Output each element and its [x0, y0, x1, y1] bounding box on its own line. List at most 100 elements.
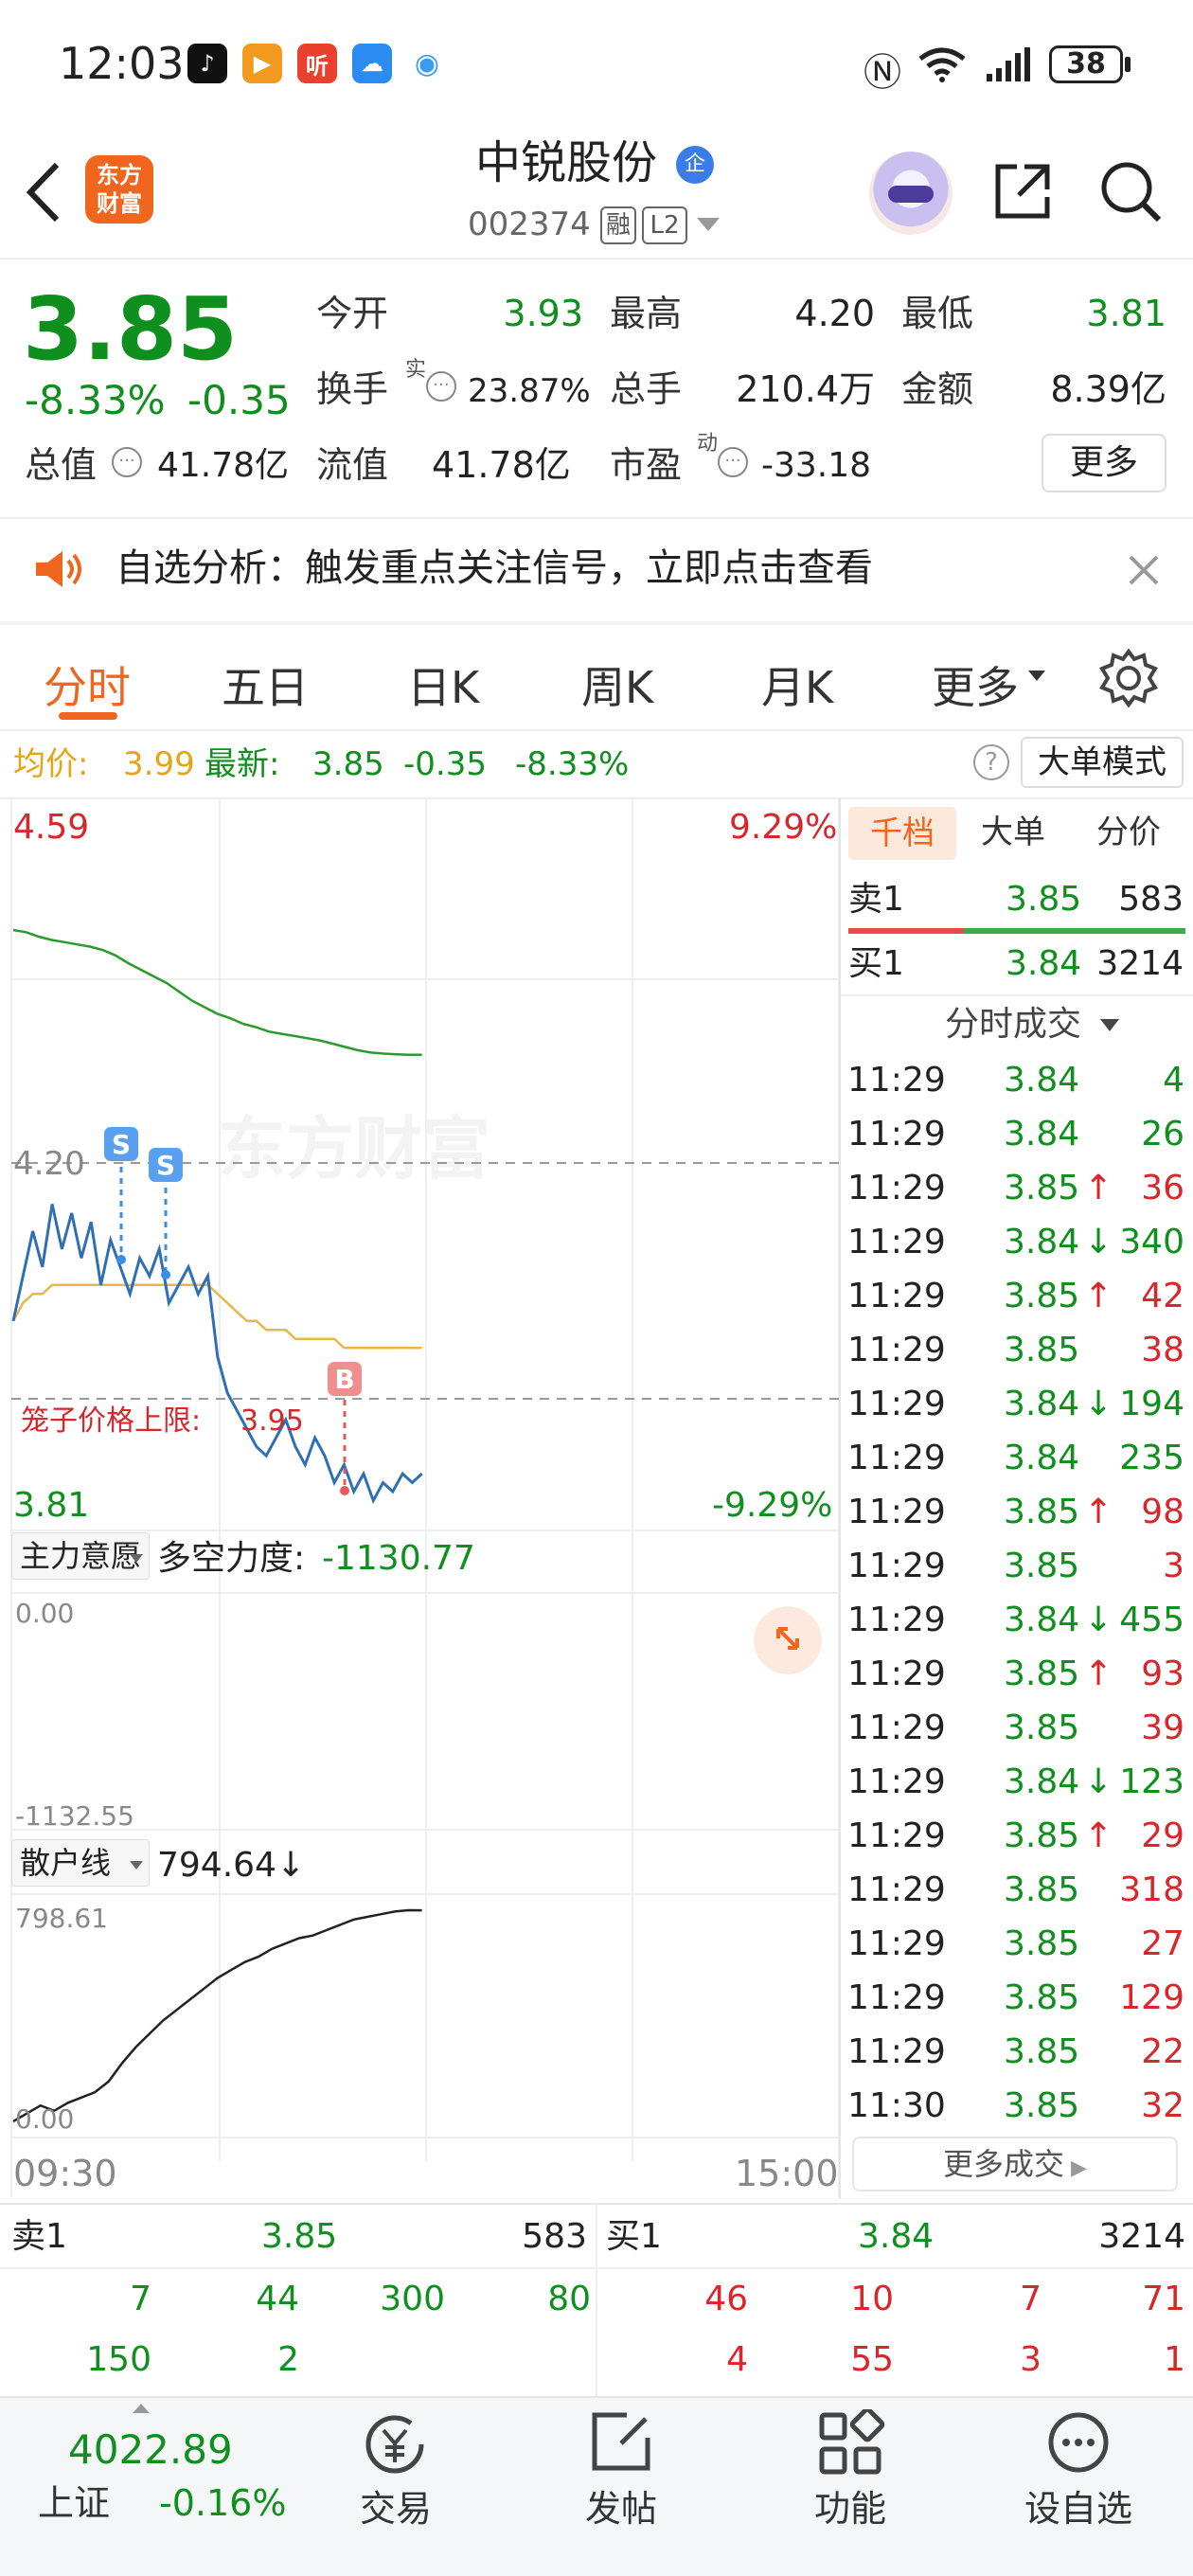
- tab-more[interactable]: 更多: [932, 653, 1019, 716]
- trade-row: 11:29 3.85 129: [847, 1969, 1188, 2023]
- cage-label: 笼子价格上限:: [21, 1404, 202, 1438]
- trade-volume: 235: [1119, 1439, 1184, 1477]
- buy-order: 10: [850, 2280, 894, 2318]
- trade-row: 11:29 3.84 ↓ 123: [847, 1753, 1188, 1807]
- trade-row: 11:29 3.85 ↑ 42: [847, 1267, 1188, 1321]
- buy-order: 55: [850, 2340, 894, 2379]
- trade-price: 3.84: [1004, 1115, 1080, 1154]
- post-edit-icon[interactable]: [589, 2409, 655, 2476]
- trade-time: 11:29: [847, 1169, 946, 1208]
- more-dots-icon[interactable]: [1045, 2409, 1112, 2476]
- more-quote-button[interactable]: 更多: [1042, 434, 1166, 492]
- expand-icon[interactable]: [754, 1606, 822, 1674]
- side-buy-price: 3.84: [1006, 944, 1082, 983]
- more-trades-label: 更多成交: [943, 2146, 1065, 2182]
- side-sell-vol: 583: [1118, 880, 1184, 919]
- trade-price: 3.85: [1004, 1547, 1080, 1585]
- tab-intraday[interactable]: 分时: [44, 653, 131, 716]
- time-start: 09:30: [13, 2153, 117, 2194]
- trade-time: 11:29: [847, 1061, 946, 1100]
- trades-header[interactable]: 分时成交: [945, 1008, 1081, 1042]
- trade-price: 3.85: [1004, 1169, 1080, 1208]
- info-dots-icon[interactable]: ···: [112, 447, 142, 477]
- code-dropdown-icon[interactable]: [697, 218, 720, 231]
- trade-row: 11:29 3.85 ↑ 93: [847, 1645, 1188, 1699]
- info-dots-icon[interactable]: ···: [718, 447, 748, 477]
- nav-trade[interactable]: 交易: [360, 2491, 432, 2527]
- chevron-down-icon: [1100, 1019, 1119, 1031]
- trade-time: 11:29: [847, 1708, 946, 1747]
- block-order-mode-button[interactable]: 大单模式: [1021, 737, 1184, 788]
- trade-volume: 26: [1141, 1115, 1184, 1154]
- trade-yen-icon[interactable]: [358, 2411, 432, 2478]
- buy-order: 4: [726, 2340, 748, 2379]
- volume-label: 总手: [610, 368, 683, 410]
- tab-monthly-k[interactable]: 月K: [761, 653, 833, 716]
- trade-price: 3.85: [1004, 2086, 1080, 2125]
- trade-volume: 340: [1119, 1223, 1184, 1261]
- trade-row: 11:29 3.85 ↑ 29: [847, 1807, 1188, 1861]
- wifi-icon: [918, 47, 966, 82]
- low-label: 最低: [901, 293, 974, 334]
- tab-weekly-k[interactable]: 周K: [581, 653, 653, 716]
- tab-active-indicator: [59, 712, 117, 720]
- trade-volume: 42: [1141, 1277, 1184, 1315]
- info-dots-icon[interactable]: ···: [426, 371, 456, 402]
- avg-value: 3.99: [123, 745, 195, 783]
- tab-daily-k[interactable]: 日K: [407, 653, 479, 716]
- last-label: 最新:: [205, 745, 280, 783]
- book-sell-label: 卖1: [11, 2217, 67, 2256]
- nav-add-watchlist[interactable]: 设自选: [1024, 2491, 1132, 2527]
- index-value[interactable]: 4022.89: [68, 2430, 233, 2470]
- trade-row: 11:30 3.85 32: [847, 2077, 1188, 2131]
- help-icon[interactable]: ?: [973, 744, 1009, 780]
- app-logo[interactable]: 东方 财富: [85, 155, 153, 224]
- share-icon[interactable]: [990, 159, 1055, 224]
- functions-grid-icon[interactable]: [816, 2409, 884, 2476]
- alert-text[interactable]: 自选分析：触发重点关注信号，立即点击查看: [116, 549, 873, 587]
- status-time: 12:03: [59, 38, 185, 89]
- nav-post[interactable]: 发帖: [585, 2491, 657, 2527]
- tab-five-day[interactable]: 五日: [222, 653, 309, 716]
- trade-volume: 318: [1119, 1870, 1184, 1909]
- trade-row: 11:29 3.84 235: [847, 1429, 1188, 1483]
- trade-price: 3.85: [1004, 2032, 1080, 2071]
- trade-volume: 22: [1141, 2032, 1184, 2071]
- gear-icon[interactable]: [1098, 648, 1159, 708]
- stock-code: 002374: [468, 206, 591, 243]
- side-buy-label: 买1: [848, 944, 904, 983]
- indicator1-selector[interactable]: 主力意愿: [11, 1532, 150, 1580]
- sell-order: 300: [380, 2280, 445, 2318]
- close-icon[interactable]: [1127, 553, 1161, 587]
- assistant-robot-icon[interactable]: [869, 152, 953, 235]
- trade-price: 3.85: [1004, 1978, 1080, 2017]
- indicator1-value: -1130.77: [322, 1539, 475, 1578]
- search-icon[interactable]: [1098, 159, 1165, 225]
- tab-big-orders[interactable]: 大单: [981, 816, 1045, 849]
- trade-time: 11:29: [847, 1385, 946, 1423]
- weather-icon: ☁: [352, 44, 392, 83]
- trade-row: 11:29 3.85 318: [847, 1861, 1188, 1915]
- price-line: [11, 1204, 423, 1505]
- chevron-down-icon: [1028, 671, 1045, 681]
- indicator2-top: 798.61: [15, 1903, 108, 1934]
- more-trades-button[interactable]: 更多成交 ▶: [852, 2137, 1178, 2191]
- trade-row: 11:29 3.85 3: [847, 1537, 1188, 1591]
- trade-time: 11:29: [847, 1277, 946, 1315]
- pe-label: 市盈: [610, 444, 683, 486]
- chevron-up-icon[interactable]: [133, 2404, 150, 2413]
- low-value: 3.81: [1086, 293, 1166, 334]
- axis-bottom-price: 3.81: [13, 1486, 90, 1525]
- trade-time: 11:29: [847, 1924, 946, 1963]
- index-change[interactable]: -0.16%: [159, 2485, 286, 2521]
- enterprise-badge: 企: [676, 146, 714, 184]
- tab-thousand-levels[interactable]: 千档: [848, 807, 956, 860]
- index-name[interactable]: 上证: [38, 2485, 110, 2521]
- indicator2-selector[interactable]: 散户线: [11, 1839, 150, 1887]
- back-chevron-icon[interactable]: [23, 159, 64, 225]
- tab-price-dist[interactable]: 分价: [1096, 816, 1161, 849]
- nav-functions[interactable]: 功能: [814, 2491, 886, 2527]
- buy-marker-label: B: [334, 1364, 354, 1395]
- stock-detail-page: { "status_bar": {"time": "12:03", "batte…: [0, 0, 1193, 2576]
- indicator2-value: 794.64↓: [157, 1846, 306, 1885]
